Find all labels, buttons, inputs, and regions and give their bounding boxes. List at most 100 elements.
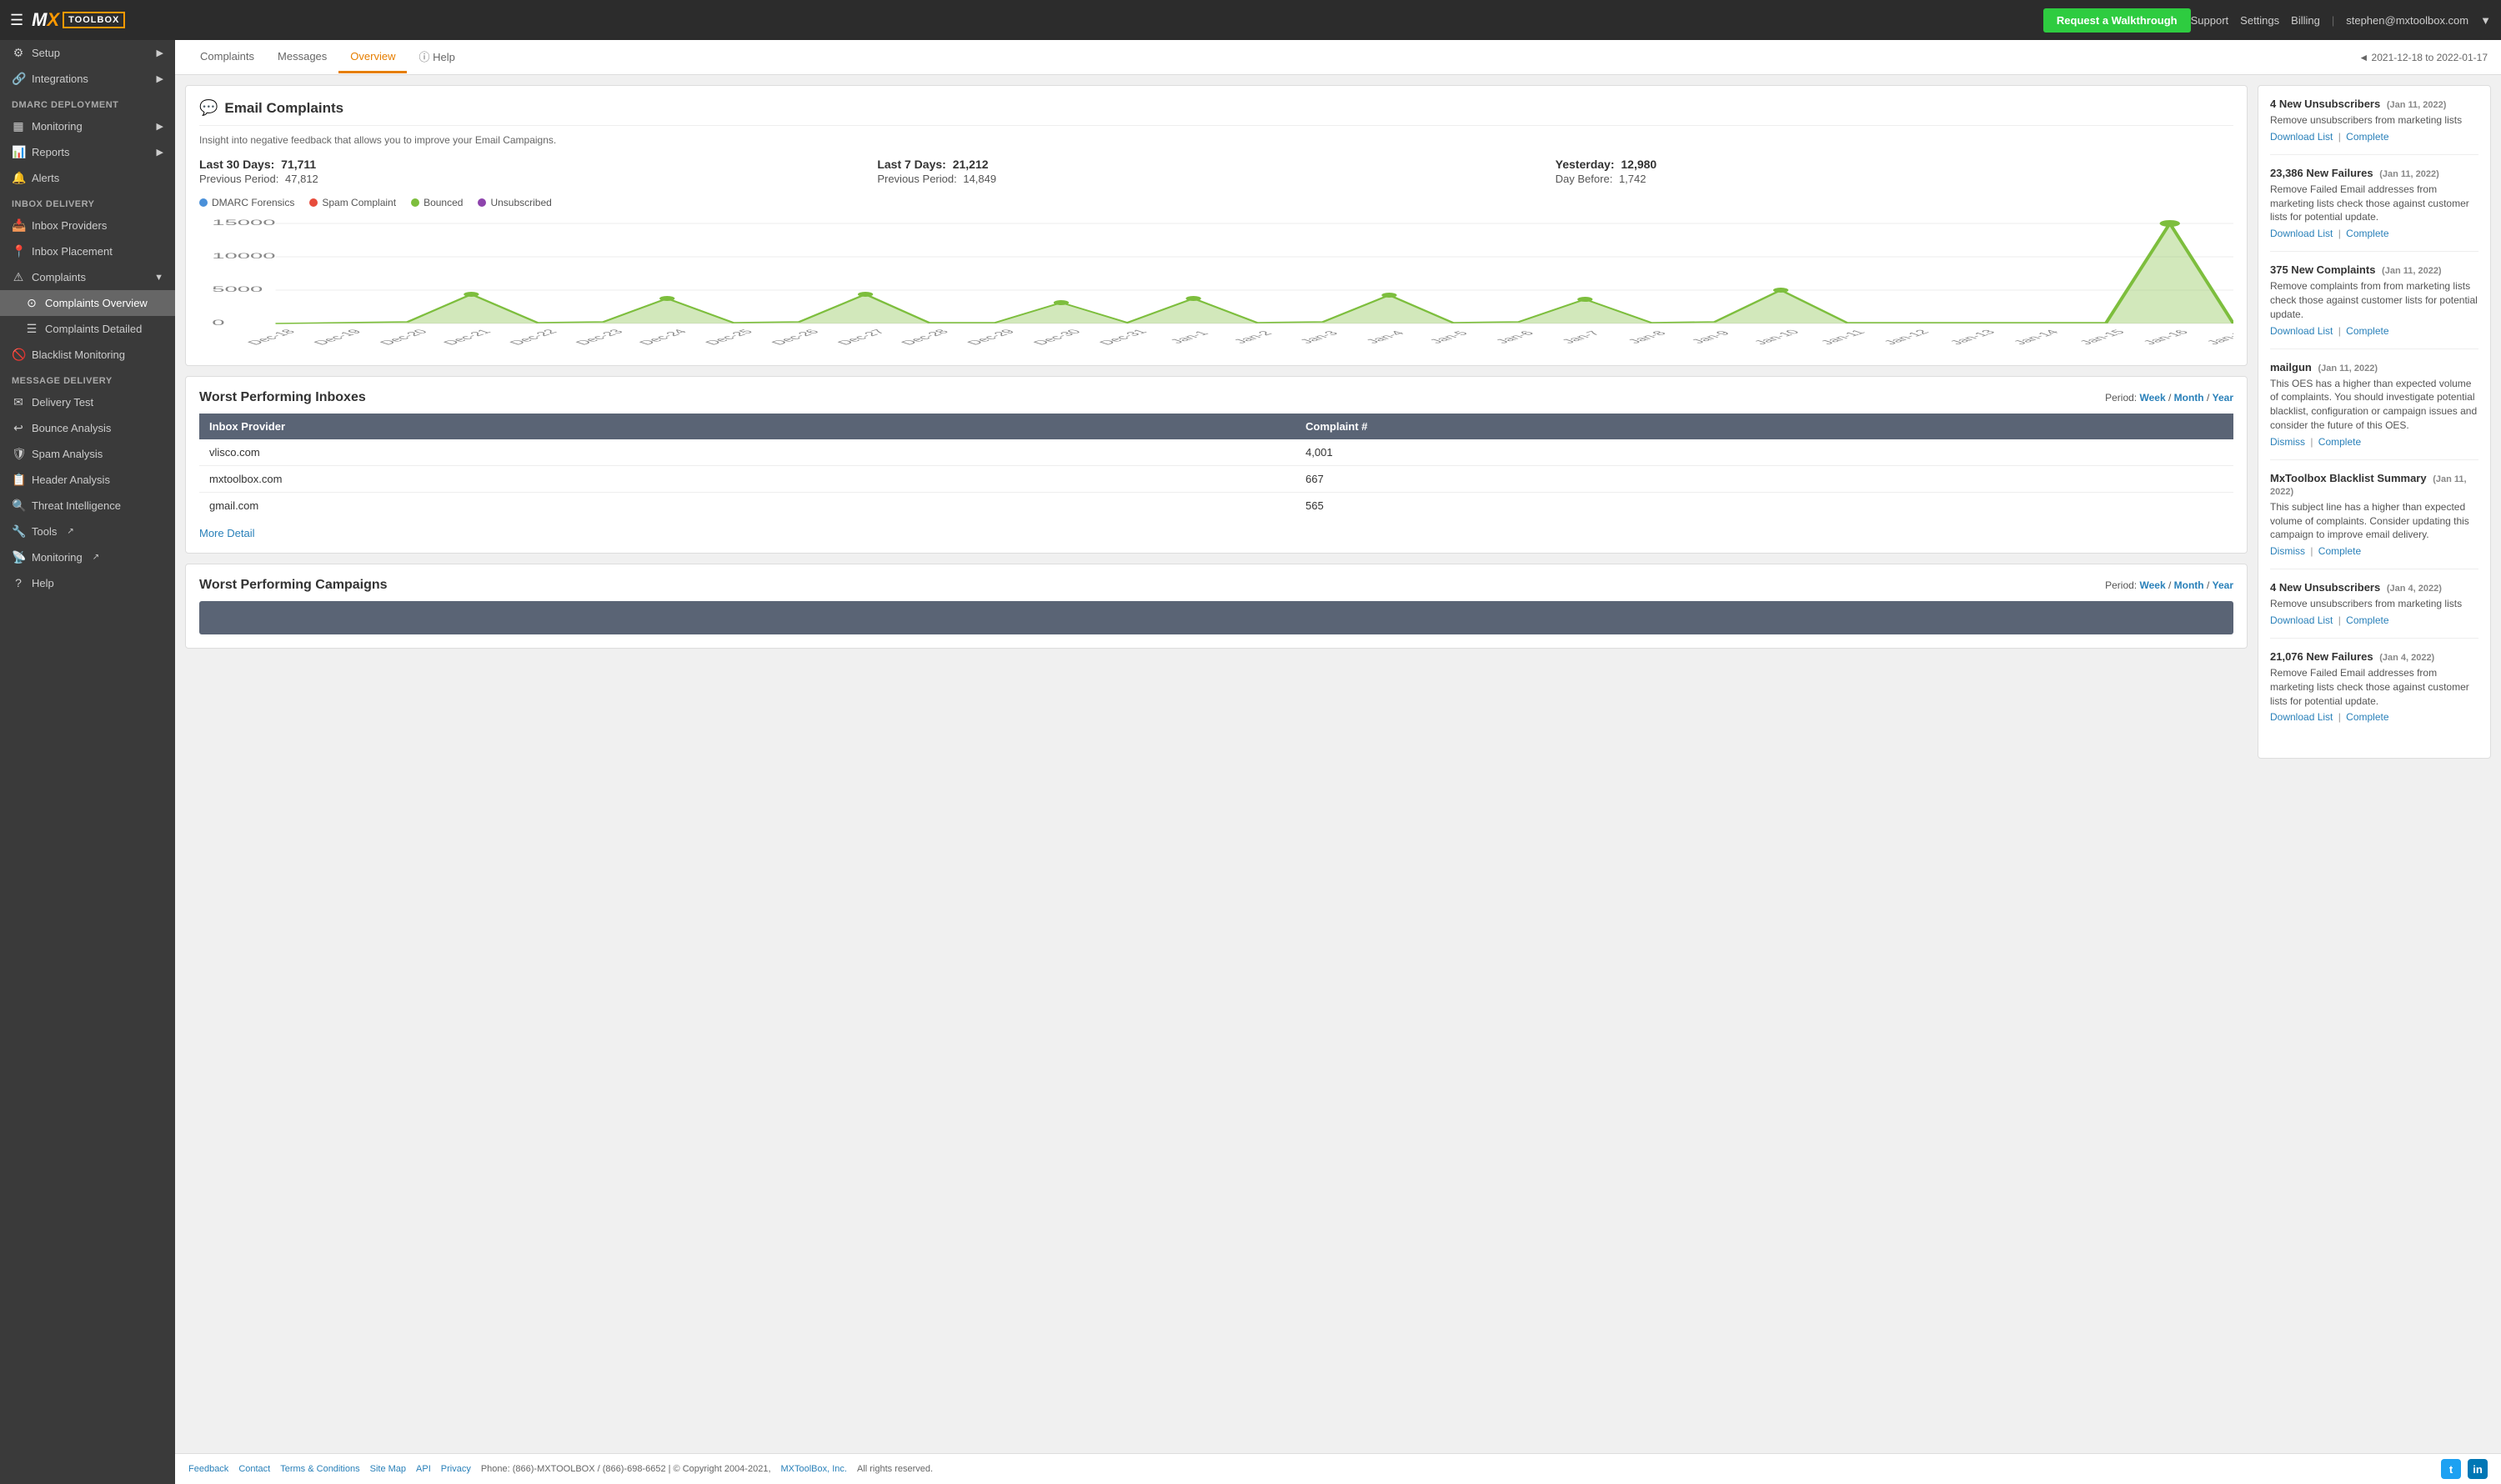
sidebar: ⚙ Setup ▶ 🔗 Integrations ▶ DMARC Deploym… <box>0 40 175 1484</box>
sidebar-item-threat-intelligence[interactable]: 🔍 Threat Intelligence <box>0 493 175 519</box>
user-email[interactable]: stephen@mxtoolbox.com <box>2346 14 2468 27</box>
sidebar-item-label: Monitoring <box>32 120 83 133</box>
notif-link[interactable]: Download List <box>2270 711 2333 723</box>
notif-body: This OES has a higher than expected volu… <box>2270 377 2478 433</box>
complaint-count-cell: 565 <box>1296 493 2233 519</box>
footer-api[interactable]: API <box>416 1464 431 1474</box>
stat-last7: Last 7 Days: 21,212 Previous Period: 14,… <box>877 158 1555 185</box>
footer-privacy[interactable]: Privacy <box>441 1464 471 1474</box>
linkedin-icon[interactable]: in <box>2468 1459 2488 1479</box>
threat-intelligence-icon: 🔍 <box>12 499 25 513</box>
sidebar-item-spam-analysis[interactable]: 🛡 Spam Analysis <box>0 441 175 467</box>
notif-link-sep: | <box>2335 228 2343 239</box>
sidebar-item-delivery-test[interactable]: ✉ Delivery Test <box>0 389 175 415</box>
period-week-inboxes[interactable]: Week <box>2139 392 2165 404</box>
sidebar-item-monitoring2[interactable]: 📡 Monitoring ↗ <box>0 544 175 570</box>
svg-text:Dec-28: Dec-28 <box>899 328 953 346</box>
sidebar-item-help[interactable]: ? Help <box>0 570 175 595</box>
sidebar-item-reports[interactable]: 📊 Reports ▶ <box>0 139 175 165</box>
sidebar-item-alerts[interactable]: 🔔 Alerts <box>0 165 175 191</box>
sidebar-item-label: Inbox Placement <box>32 245 113 258</box>
tab-overview[interactable]: Overview <box>338 42 407 73</box>
tab-complaints[interactable]: Complaints <box>188 42 266 73</box>
notif-link-sep: | <box>2335 325 2343 337</box>
setup-icon: ⚙ <box>12 46 25 60</box>
svg-text:Jan-3: Jan-3 <box>1297 330 1342 345</box>
notif-date: (Jan 11, 2022) <box>2382 266 2442 276</box>
period-week-campaigns[interactable]: Week <box>2139 579 2165 591</box>
sidebar-item-complaints-detailed[interactable]: ☰ Complaints Detailed <box>0 316 175 342</box>
provider-cell: gmail.com <box>199 493 1296 519</box>
integrations-icon: 🔗 <box>12 72 25 86</box>
footer-sitemap[interactable]: Site Map <box>370 1464 406 1474</box>
sidebar-item-complaints-overview[interactable]: ⊙ Complaints Overview <box>0 290 175 316</box>
monitoring-arrow: ▶ <box>157 121 163 132</box>
sidebar-item-bounce-analysis[interactable]: ↩ Bounce Analysis <box>0 415 175 441</box>
footer-social: t in <box>2441 1459 2488 1479</box>
support-link[interactable]: Support <box>2191 14 2229 27</box>
period-month-inboxes[interactable]: Month <box>2174 392 2204 404</box>
notif-link[interactable]: Complete <box>2318 545 2361 557</box>
svg-text:Jan-4: Jan-4 <box>1363 330 1408 345</box>
sidebar-item-setup[interactable]: ⚙ Setup ▶ <box>0 40 175 66</box>
notif-link[interactable]: Complete <box>2346 228 2388 239</box>
svg-text:Jan-11: Jan-11 <box>1818 329 1869 346</box>
notif-link[interactable]: Complete <box>2318 436 2361 448</box>
notif-date: (Jan 4, 2022) <box>2387 584 2442 594</box>
monitoring-icon: ▦ <box>12 119 25 133</box>
date-range-display[interactable]: ◄ 2021-12-18 to 2022-01-17 <box>2358 52 2488 63</box>
notif-link[interactable]: Dismiss <box>2270 545 2305 557</box>
legend-bounced: Bounced <box>411 197 463 208</box>
period-selector-inboxes: Period: Week / Month / Year <box>2105 392 2233 404</box>
notif-body: Remove complaints from from marketing li… <box>2270 279 2478 321</box>
notif-link[interactable]: Complete <box>2346 131 2388 143</box>
notif-link[interactable]: Complete <box>2346 614 2388 626</box>
legend-dot-bounced <box>411 198 419 207</box>
footer-contact[interactable]: Contact <box>238 1464 270 1474</box>
footer-terms[interactable]: Terms & Conditions <box>280 1464 359 1474</box>
campaigns-table-header-placeholder <box>199 601 2233 634</box>
notif-links: Download List | Complete <box>2270 131 2478 143</box>
user-dropdown-icon[interactable]: ▼ <box>2480 14 2491 27</box>
sidebar-item-monitoring[interactable]: ▦ Monitoring ▶ <box>0 113 175 139</box>
hamburger-menu[interactable]: ☰ <box>10 12 23 29</box>
sidebar-item-label: Monitoring <box>32 551 83 564</box>
sidebar-item-complaints[interactable]: ⚠ Complaints ▼ <box>0 264 175 290</box>
svg-text:Dec-23: Dec-23 <box>573 328 627 346</box>
sidebar-item-inbox-placement[interactable]: 📍 Inbox Placement <box>0 238 175 264</box>
notif-link[interactable]: Dismiss <box>2270 436 2305 448</box>
sidebar-item-inbox-providers[interactable]: 📥 Inbox Providers <box>0 213 175 238</box>
footer: Feedback Contact Terms & Conditions Site… <box>175 1453 2501 1484</box>
notif-date: (Jan 11, 2022) <box>2318 363 2378 374</box>
settings-link[interactable]: Settings <box>2240 14 2279 27</box>
sidebar-item-tools[interactable]: 🔧 Tools ↗ <box>0 519 175 544</box>
more-detail-link[interactable]: More Detail <box>199 527 254 539</box>
period-year-inboxes[interactable]: Year <box>2213 392 2233 404</box>
sidebar-item-label: Complaints Overview <box>45 297 148 309</box>
notif-link[interactable]: Complete <box>2346 325 2388 337</box>
notif-link[interactable]: Download List <box>2270 228 2333 239</box>
table-row: vlisco.com 4,001 <box>199 439 2233 466</box>
stat-last7-label: Last 7 Days: 21,212 <box>877 158 1555 171</box>
billing-link[interactable]: Billing <box>2291 14 2320 27</box>
notif-link[interactable]: Download List <box>2270 614 2333 626</box>
sidebar-item-header-analysis[interactable]: 📋 Header Analysis <box>0 467 175 493</box>
period-year-campaigns[interactable]: Year <box>2213 579 2233 591</box>
tab-messages[interactable]: Messages <box>266 42 338 73</box>
sidebar-item-integrations[interactable]: 🔗 Integrations ▶ <box>0 66 175 92</box>
notif-link[interactable]: Download List <box>2270 325 2333 337</box>
sidebar-item-label: Help <box>32 577 54 589</box>
top-navigation: ☰ MX TOOLBOX Request a Walkthrough Suppo… <box>0 0 2501 40</box>
walkthrough-button[interactable]: Request a Walkthrough <box>2043 8 2191 33</box>
notif-link[interactable]: Complete <box>2346 711 2388 723</box>
twitter-icon[interactable]: t <box>2441 1459 2461 1479</box>
legend-dot-unsubscribed <box>478 198 486 207</box>
period-month-campaigns[interactable]: Month <box>2174 579 2204 591</box>
help-icon: ? <box>12 576 25 589</box>
notif-link[interactable]: Download List <box>2270 131 2333 143</box>
footer-brand[interactable]: MXToolBox, Inc. <box>781 1464 847 1474</box>
sidebar-item-blacklist[interactable]: 🚫 Blacklist Monitoring <box>0 342 175 368</box>
notif-links: Dismiss | Complete <box>2270 436 2478 448</box>
tab-help[interactable]: ⓘ Help <box>407 40 466 75</box>
footer-feedback[interactable]: Feedback <box>188 1464 228 1474</box>
